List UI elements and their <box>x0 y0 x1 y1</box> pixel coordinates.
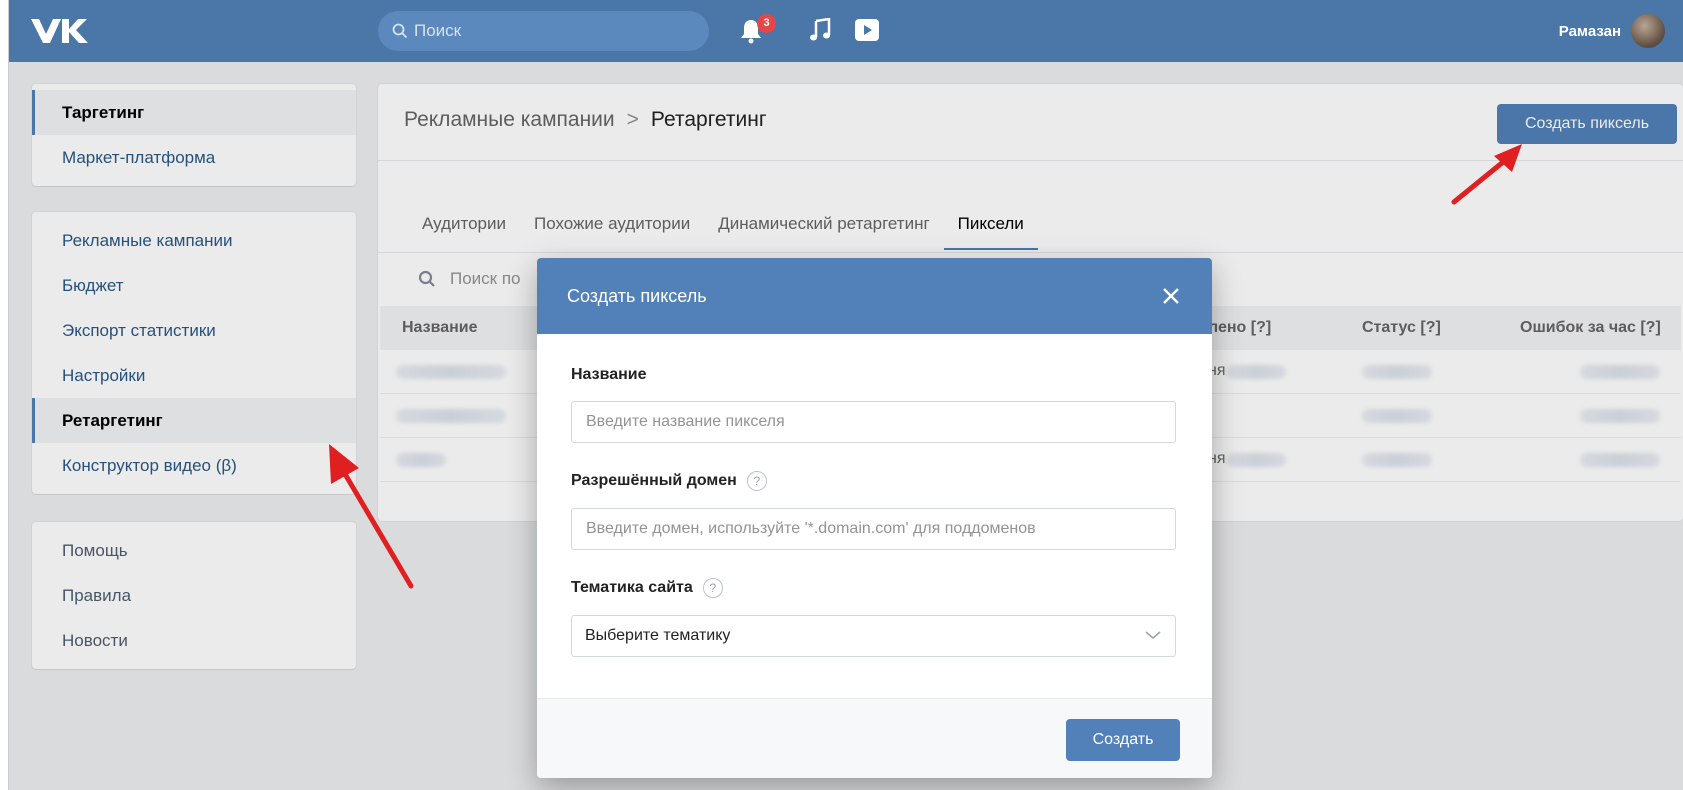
col-errors-per-hour[interactable]: Ошибок за час [?] <box>1520 319 1661 337</box>
sidebar-item-help[interactable]: Помощь <box>32 528 356 573</box>
blurred-cell <box>1226 365 1286 379</box>
top-header: Поиск 3 Рамазан <box>9 0 1683 62</box>
sidebar-group-cabinet: Рекламные кампании Бюджет Экспорт статис… <box>32 212 356 494</box>
sidebar-item-settings[interactable]: Настройки <box>32 353 356 398</box>
avatar <box>1631 14 1665 48</box>
modal-header: Создать пиксель <box>537 258 1212 334</box>
blurred-cell <box>1580 453 1660 467</box>
tab-dynamic-retargeting[interactable]: Динамический ретаргетинг <box>704 214 943 250</box>
blurred-cell <box>1362 365 1432 379</box>
sidebar-item-news[interactable]: Новости <box>32 618 356 663</box>
user-name: Рамазан <box>1558 22 1621 40</box>
window-edge <box>0 0 9 790</box>
video-icon[interactable] <box>854 18 880 42</box>
sidebar-item-retargeting[interactable]: Ретаргетинг <box>32 398 356 443</box>
annotation-arrow-icon <box>1451 144 1522 205</box>
modal-body: Название Разрешённый домен ? Тематика са… <box>537 334 1212 657</box>
blurred-cell <box>1362 453 1432 467</box>
sidebar-item-targeting[interactable]: Таргетинг <box>32 90 356 135</box>
retargeting-tabs: Аудитории Похожие аудитории Динамический… <box>422 214 1038 250</box>
col-updated[interactable]: лено [?] <box>1208 319 1271 337</box>
modal-footer: Создать <box>537 698 1212 778</box>
sidebar-item-campaigns[interactable]: Рекламные кампании <box>32 218 356 263</box>
domain-label-text: Разрешённый домен <box>571 472 737 489</box>
search-icon <box>418 270 435 287</box>
notification-badge: 3 <box>757 14 776 33</box>
sidebar-item-rules[interactable]: Правила <box>32 573 356 618</box>
search-icon <box>392 23 408 39</box>
blurred-cell <box>1580 365 1660 379</box>
blurred-cell <box>396 365 506 379</box>
breadcrumb: Рекламные кампании > Ретаргетинг <box>404 108 767 132</box>
table-search-placeholder: Поиск по <box>450 269 521 288</box>
theme-help-icon[interactable]: ? <box>702 578 723 598</box>
col-name[interactable]: Название <box>402 319 478 337</box>
blurred-cell <box>1580 409 1660 423</box>
sidebar-item-budget[interactable]: Бюджет <box>32 263 356 308</box>
sidebar-group-ads: Таргетинг Маркет-платформа <box>32 84 356 186</box>
name-label-text: Название <box>571 366 647 383</box>
breadcrumb-separator: > <box>626 108 639 131</box>
sidebar-group-help: Помощь Правила Новости <box>32 522 356 669</box>
tab-lookalike[interactable]: Похожие аудитории <box>520 214 704 250</box>
annotation-arrow-icon <box>329 444 414 589</box>
music-icon[interactable] <box>809 18 831 42</box>
name-label: Название <box>571 366 1178 384</box>
user-menu[interactable]: Рамазан <box>1559 14 1665 48</box>
chevron-down-icon <box>1145 631 1161 640</box>
theme-select-value: Выберите тематику <box>585 627 731 644</box>
global-search-input[interactable]: Поиск <box>378 11 709 51</box>
sidebar-item-video-constructor[interactable]: Конструктор видео (β) <box>32 443 356 488</box>
tab-pixels[interactable]: Пиксели <box>943 214 1038 250</box>
domain-help-icon[interactable]: ? <box>746 471 767 491</box>
col-status[interactable]: Статус [?] <box>1362 319 1441 337</box>
theme-label: Тематика сайта ? <box>571 578 1178 598</box>
vk-logo[interactable] <box>29 16 91 46</box>
theme-label-text: Тематика сайта <box>571 579 693 596</box>
breadcrumb-parent[interactable]: Рекламные кампании <box>404 108 615 131</box>
theme-select[interactable]: Выберите тематику <box>571 615 1176 657</box>
sidebar-item-market-platform[interactable]: Маркет-платформа <box>32 135 356 180</box>
blurred-cell <box>396 409 506 423</box>
sidebar-item-export-stats[interactable]: Экспорт статистики <box>32 308 356 353</box>
tab-audiences[interactable]: Аудитории <box>422 214 520 250</box>
create-pixel-modal: Создать пиксель Название Разрешённый дом… <box>537 258 1212 778</box>
blurred-cell <box>1362 409 1432 423</box>
modal-title: Создать пиксель <box>567 285 707 306</box>
close-icon[interactable] <box>1160 285 1182 307</box>
domain-label: Разрешённый домен ? <box>571 471 1178 491</box>
pixel-name-input[interactable] <box>571 401 1176 443</box>
domain-input[interactable] <box>571 508 1176 550</box>
search-placeholder: Поиск <box>414 21 462 40</box>
create-submit-button[interactable]: Создать <box>1066 719 1180 761</box>
blurred-cell <box>1226 453 1286 467</box>
breadcrumb-current: Ретаргетинг <box>650 108 767 131</box>
tabs-divider <box>378 252 1683 253</box>
